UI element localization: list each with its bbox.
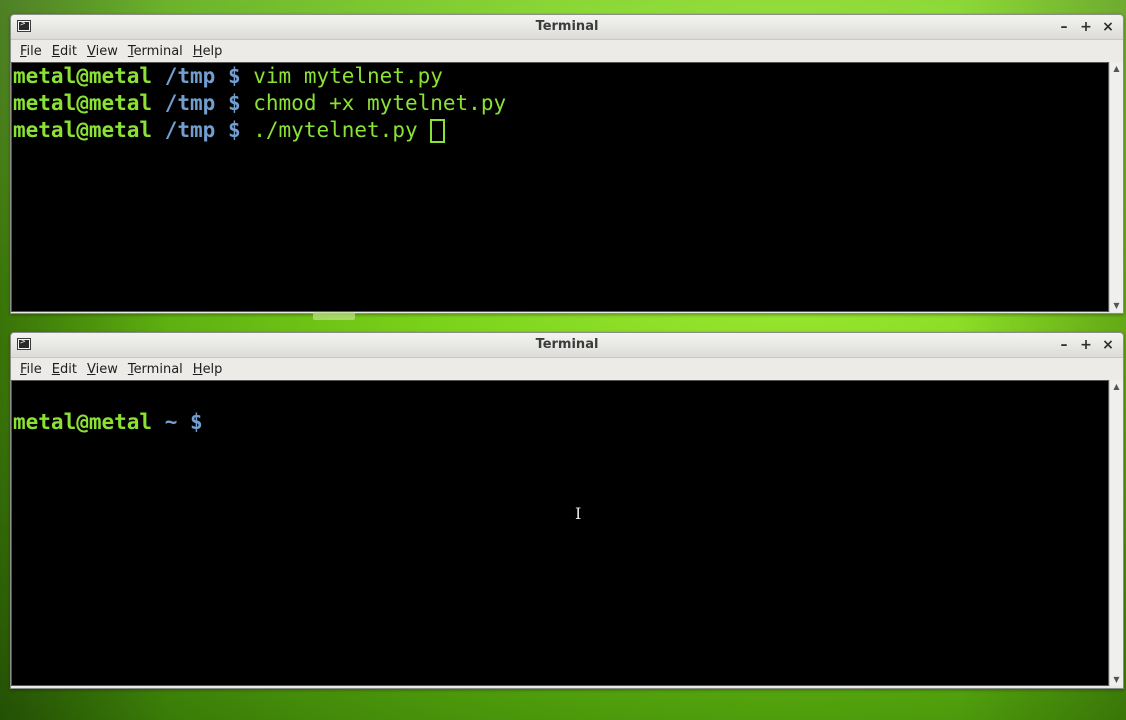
prompt-path: ~ $ (164, 410, 203, 434)
scroll-down-icon[interactable]: ▼ (1110, 301, 1123, 310)
terminal-line: metal@metal ~ $ (13, 409, 1108, 436)
menu-file[interactable]: File (19, 362, 49, 377)
scroll-up-icon[interactable]: ▲ (1110, 382, 1123, 391)
prompt-user: metal@metal (13, 91, 153, 115)
maximize-button[interactable]: + (1075, 17, 1097, 37)
prompt-user: metal@metal (13, 64, 153, 88)
window-title: Terminal (535, 337, 599, 352)
titlebar[interactable]: Terminal – + × (11, 333, 1123, 358)
vertical-scrollbar[interactable]: ▲ ▼ (1109, 380, 1123, 686)
scroll-up-icon[interactable]: ▲ (1110, 64, 1123, 73)
prompt-user: metal@metal (13, 410, 153, 434)
terminal-output[interactable]: metal@metal /tmp $ vim mytelnet.py metal… (11, 62, 1109, 312)
command-text: ./mytelnet.py (253, 118, 418, 142)
titlebar[interactable]: Terminal – + × (11, 15, 1123, 40)
menu-view[interactable]: View (86, 44, 125, 59)
vertical-scrollbar[interactable]: ▲ ▼ (1109, 62, 1123, 312)
scroll-down-icon[interactable]: ▼ (1110, 675, 1123, 684)
terminal-output[interactable]: metal@metal ~ $ (11, 380, 1109, 686)
menu-view[interactable]: View (86, 362, 125, 377)
menu-file[interactable]: File (19, 44, 49, 59)
ibeam-cursor-icon: I (575, 504, 582, 523)
prompt-path: /tmp $ (164, 91, 241, 115)
menu-edit[interactable]: Edit (51, 44, 84, 59)
prompt-path: /tmp $ (164, 64, 241, 88)
prompt-user: metal@metal (13, 118, 153, 142)
terminal-window-bottom[interactable]: Terminal – + × File Edit View Terminal H… (10, 332, 1124, 689)
maximize-button[interactable]: + (1075, 335, 1097, 355)
minimize-button[interactable]: – (1053, 17, 1075, 37)
menubar: File Edit View Terminal Help (11, 40, 1123, 62)
window-controls: – + × (1053, 17, 1119, 37)
command-text: chmod +x mytelnet.py (253, 91, 507, 115)
text-cursor (430, 119, 446, 143)
close-button[interactable]: × (1097, 17, 1119, 37)
prompt-path: /tmp $ (164, 118, 241, 142)
close-button[interactable]: × (1097, 335, 1119, 355)
menu-help[interactable]: Help (192, 362, 230, 377)
terminal-line: metal@metal /tmp $ chmod +x mytelnet.py (13, 90, 1108, 117)
window-controls: – + × (1053, 335, 1119, 355)
terminal-window-top[interactable]: Terminal – + × File Edit View Terminal H… (10, 14, 1124, 314)
menu-help[interactable]: Help (192, 44, 230, 59)
terminal-line: metal@metal /tmp $ vim mytelnet.py (13, 63, 1108, 90)
minimize-button[interactable]: – (1053, 335, 1075, 355)
menu-terminal[interactable]: Terminal (127, 362, 190, 377)
window-title: Terminal (535, 19, 599, 34)
menu-terminal[interactable]: Terminal (127, 44, 190, 59)
command-text: vim mytelnet.py (253, 64, 443, 88)
terminal-line: metal@metal /tmp $ ./mytelnet.py (13, 117, 1108, 144)
menu-edit[interactable]: Edit (51, 362, 84, 377)
resize-handle[interactable] (313, 312, 355, 320)
menubar: File Edit View Terminal Help (11, 358, 1123, 380)
